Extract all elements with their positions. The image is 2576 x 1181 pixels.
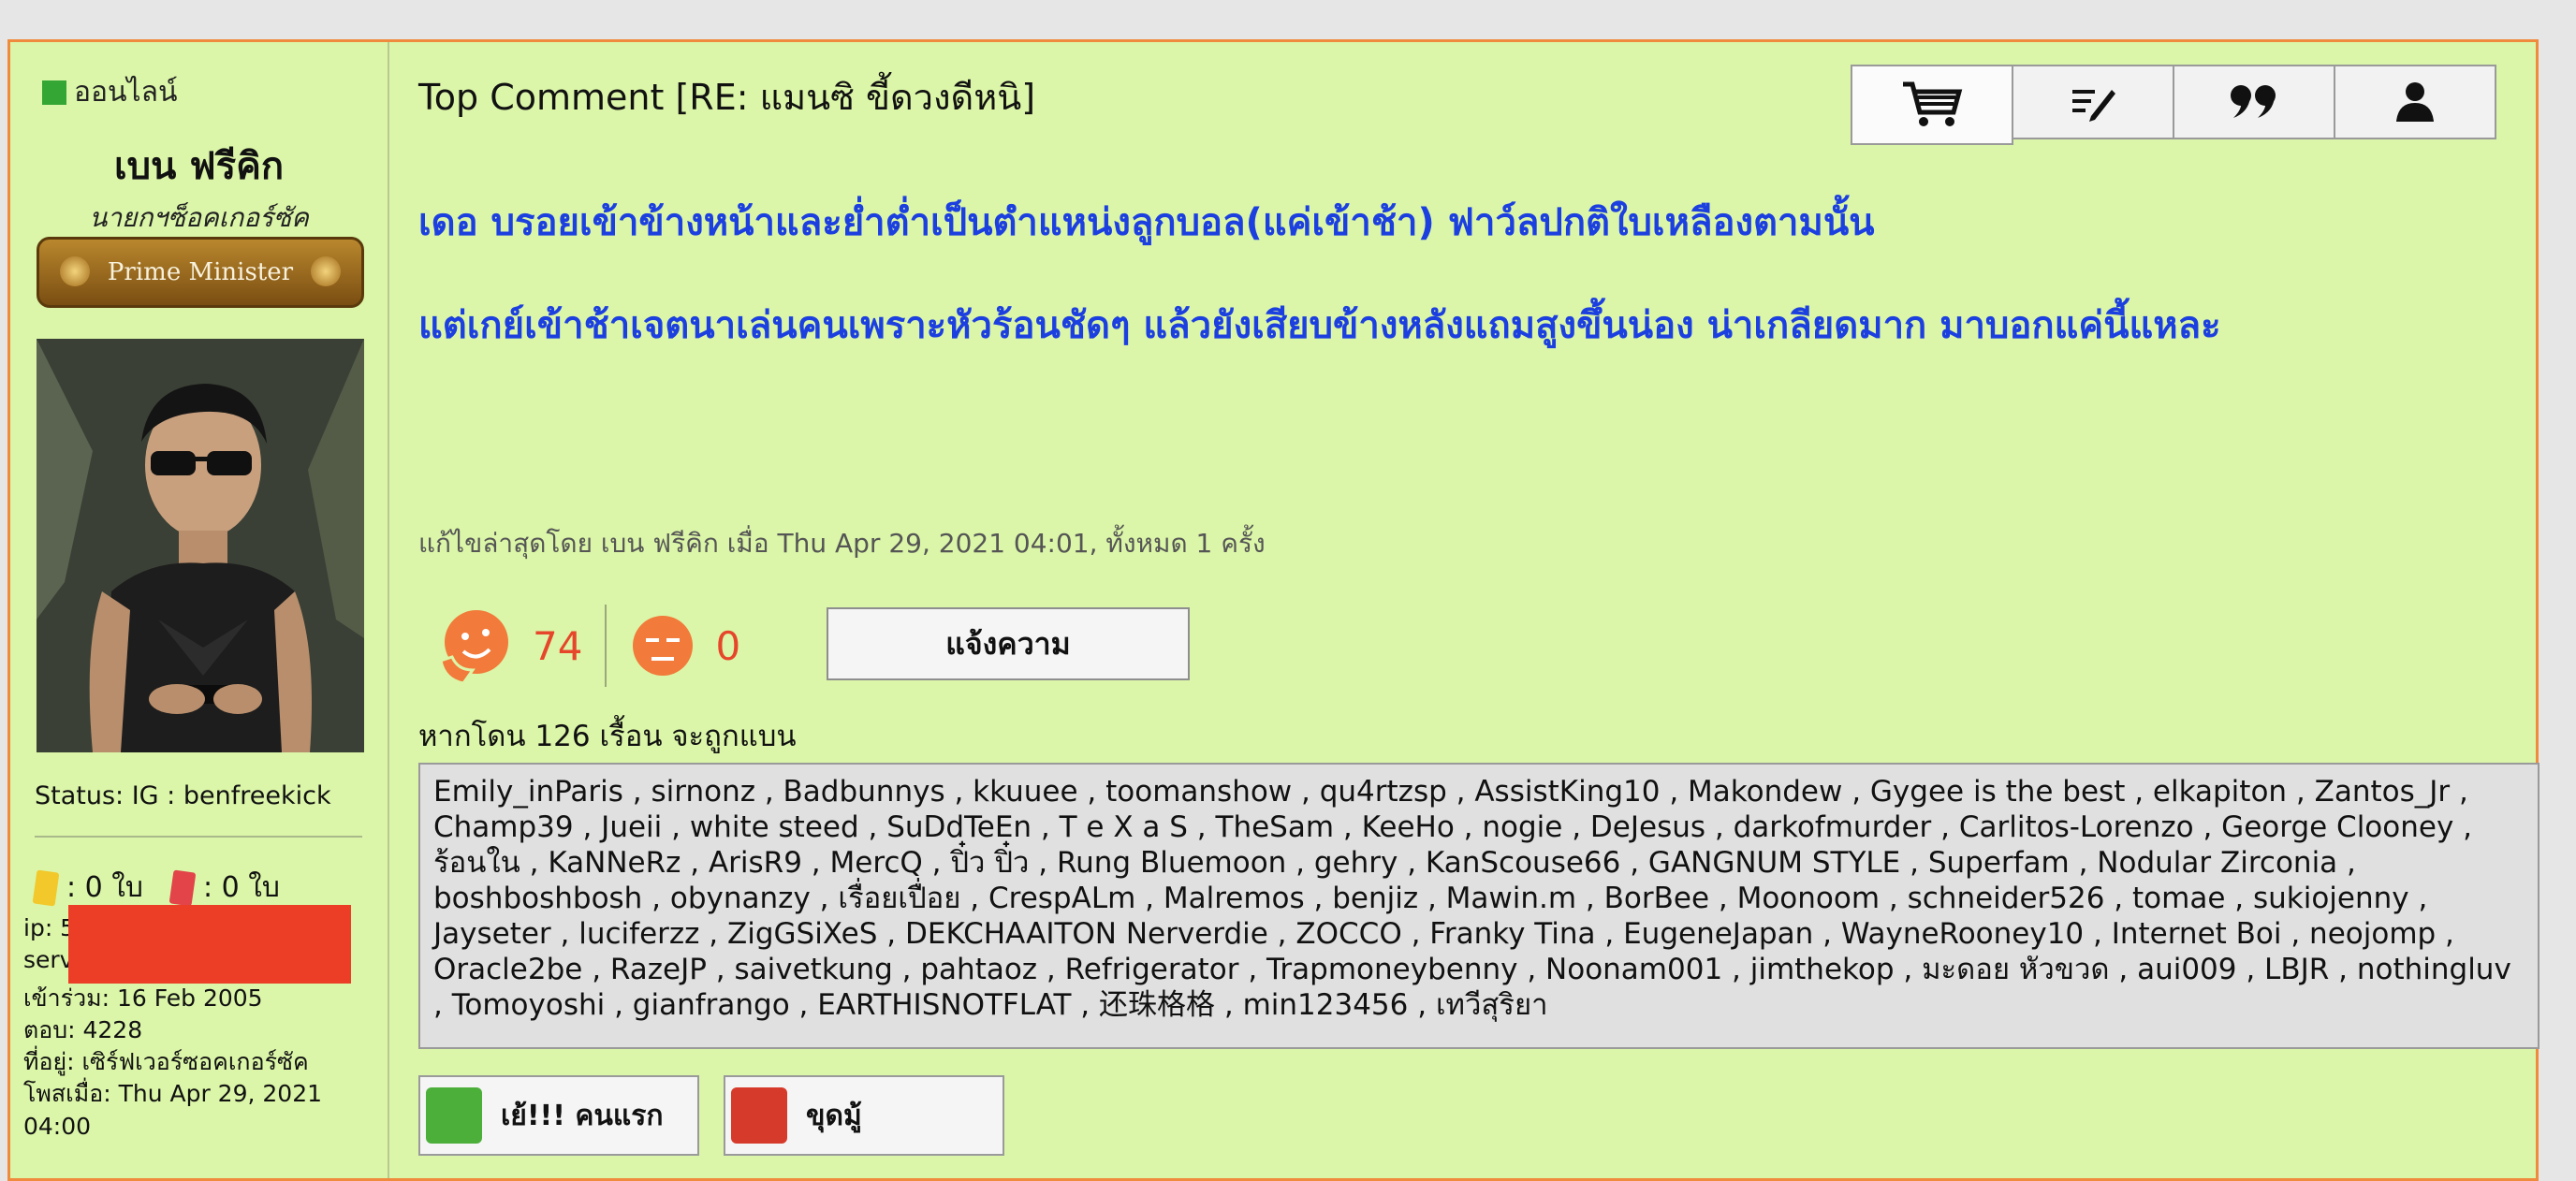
post-actions [1851,65,2496,145]
report-button[interactable]: แจ้งความ [827,607,1190,680]
quote-button[interactable] [2174,65,2335,139]
online-status: ออนไลน์ [42,70,178,114]
post-message-line-1: เดอ บรอยเข้าข้างหน้าและย่ำต่ำเป็นตำแหน่ง… [418,201,1875,244]
yellow-card-count: : 0 ใบ [66,871,143,904]
like-count: 74 [533,622,583,669]
online-indicator-icon [42,80,66,105]
rank-coin-icon [311,256,341,286]
username[interactable]: เบน ฟรีคิก [10,136,388,196]
edit-icon [2072,90,2115,122]
vote-divider [605,605,607,687]
user-status: Status: IG : benfreekick [35,781,331,810]
profile-divider [35,836,362,838]
edited-note: แก้ไขล่าสุดโดย เบน ฟรีคิก เมื่อ Thu Apr … [418,528,1266,559]
quote-icon [2231,85,2276,118]
online-label: ออนไลน์ [74,76,178,109]
badge-row: เย้!!! คนแรก ขุดมู้ [418,1075,1029,1156]
redaction-block [68,905,351,984]
like-face-icon[interactable] [435,605,514,687]
avatar-photo [37,339,364,752]
red-card-count: : 0 ใบ [202,871,280,904]
post-subject: Top Comment [RE: แมนซิ ขี้ดวงดีหนิ] [418,77,1036,118]
first-badge[interactable]: เย้!!! คนแรก [418,1075,699,1156]
cart-icon [1903,81,1963,126]
yellow-card-icon [32,869,60,906]
dislike-count: 0 [715,622,741,669]
post-message-line-2: แต่เกย์เข้าช้าเจตนาเล่นคนเพราะหัวร้อนชัด… [418,304,2221,347]
dislike-face-icon[interactable] [629,612,696,679]
edit-button[interactable] [2013,65,2174,139]
shovel-icon [731,1087,787,1144]
ip-info: ip: 5 [23,914,76,941]
cart-button[interactable] [1851,65,2013,145]
card-counts: : 0 ใบ : 0 ใบ [32,866,280,910]
rank-coin-icon [60,256,90,286]
profile-column: ออนไลน์ เบน ฟรีคิก นายกฯซ็อคเกอร์ซัค Pri… [10,42,389,1178]
dig-badge[interactable]: ขุดมู้ [724,1075,1004,1156]
kicker-list: Emily_inParis , sirnonz , Badbunnys , kk… [418,763,2539,1049]
server-info: serv [23,946,74,973]
vote-bar: 74 0 [435,604,763,688]
user-title: นายกฯซ็อคเกอร์ซัค [89,202,309,233]
rank-banner: Prime Minister [37,237,364,308]
first-badge-icon [426,1087,482,1144]
user-icon [2396,82,2434,122]
post-container: ออนไลน์ เบน ฟรีคิก นายกฯซ็อคเกอร์ซัค Pri… [7,39,2539,1181]
profile-button[interactable] [2335,65,2496,139]
post-main: Top Comment [RE: แมนซิ ขี้ดวงดีหนิ] เดอ … [388,42,2539,1178]
dig-badge-label: ขุดมู้ [806,1099,862,1132]
rank-label: Prime Minister [107,258,294,286]
ban-threshold-note: หากโดน 126 เรื้อน จะถูกแบน [418,720,797,753]
avatar[interactable] [37,339,364,752]
first-badge-label: เย้!!! คนแรก [501,1099,664,1132]
red-card-icon [168,869,197,906]
